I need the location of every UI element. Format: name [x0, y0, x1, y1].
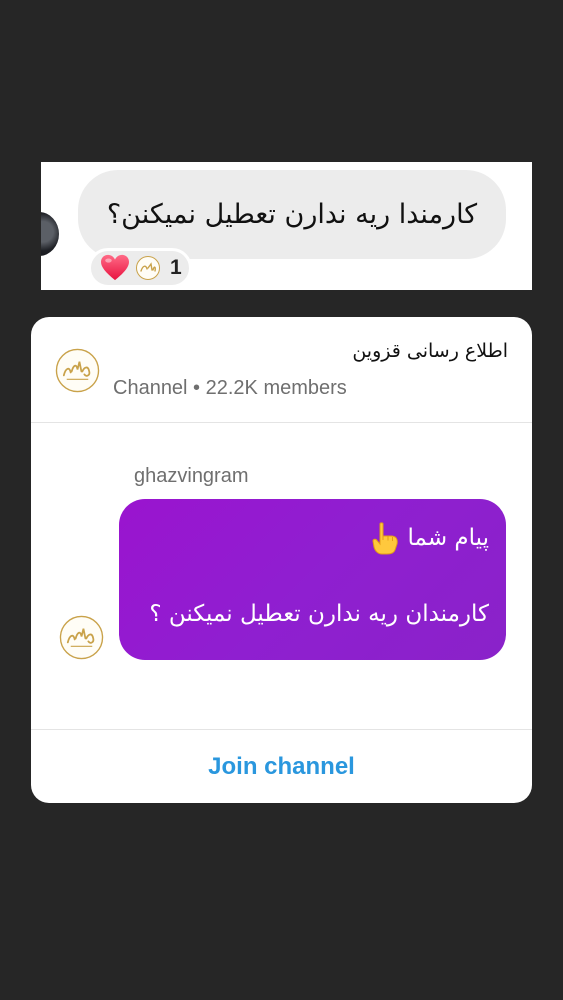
post-line-1: پیام شما: [368, 521, 489, 555]
channel-name: اطلاع رسانی قزوین: [352, 340, 508, 362]
reactor-logo-icon: [136, 256, 160, 280]
reaction-count: 1: [170, 256, 182, 279]
post-line-2: کارمندان ریه ندارن تعطیل نمیکنن ؟: [149, 601, 489, 627]
ghazvingram-logo-icon: [55, 348, 100, 393]
channel-header[interactable]: اطلاع رسانی قزوین Channel • 22.2K member…: [31, 317, 532, 422]
pointing-up-hand-icon: [372, 522, 398, 555]
comment-text: کارمندا ریه ندارن تعطیل نمیکنن؟: [106, 199, 478, 230]
post-avatar-logo-icon: [59, 615, 104, 660]
commenter-avatar: [41, 210, 61, 258]
header-divider: [31, 422, 532, 423]
reaction-pill[interactable]: 1: [88, 248, 192, 288]
post-line-1-text: پیام شما: [407, 525, 489, 551]
channel-meta: Channel • 22.2K members: [113, 377, 347, 399]
comment-bubble: کارمندا ریه ندارن تعطیل نمیکنن؟: [78, 170, 506, 259]
join-channel-button[interactable]: Join channel: [31, 730, 532, 803]
post-sender-name: ghazvingram: [134, 465, 249, 487]
channel-preview-card: اطلاع رسانی قزوین Channel • 22.2K member…: [31, 317, 532, 803]
quoted-comment-strip: کارمندا ریه ندارن تعطیل نمیکنن؟ 1: [41, 162, 532, 290]
post-message-bubble: پیام شما کارمندان ریه ندارن تعطیل نمیکنن…: [119, 499, 506, 660]
heart-icon: [101, 254, 129, 281]
